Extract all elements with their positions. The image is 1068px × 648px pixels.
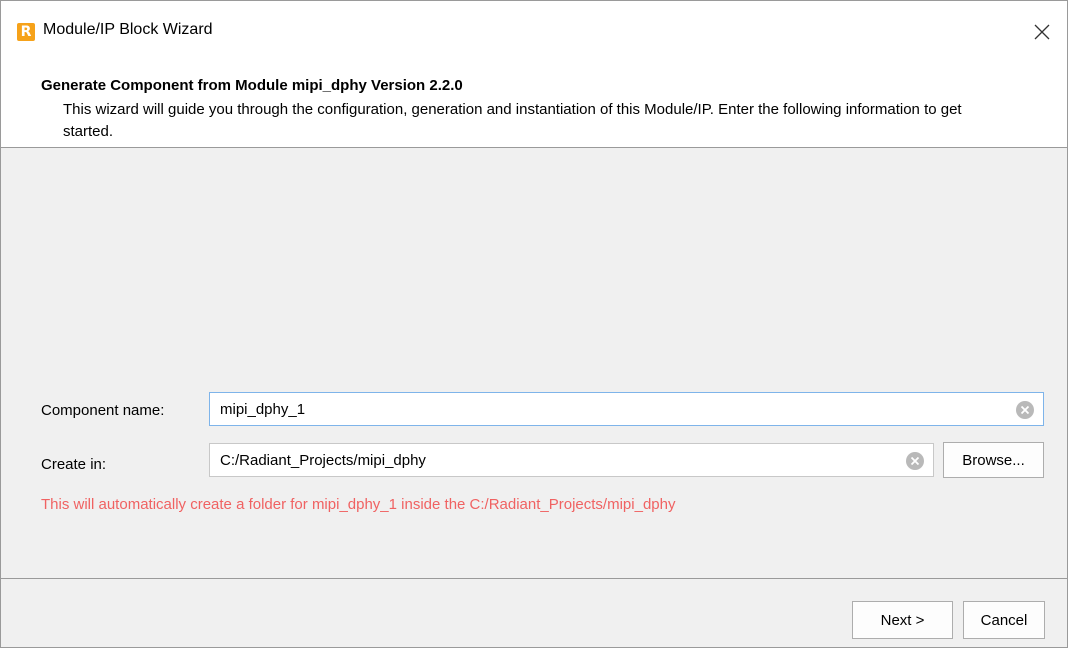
browse-button[interactable]: Browse... <box>943 442 1044 478</box>
component-name-label: Component name: <box>41 402 165 419</box>
component-name-input[interactable] <box>220 393 1003 425</box>
create-in-label: Create in: <box>41 456 107 473</box>
clear-icon <box>1021 406 1029 414</box>
clear-create-in-button[interactable] <box>906 452 924 470</box>
window-title: Module/IP Block Wizard <box>43 21 213 38</box>
component-name-field-box <box>209 392 1044 426</box>
clear-icon <box>911 457 919 465</box>
page-description: This wizard will guide you through the c… <box>63 101 962 140</box>
create-in-field-box <box>209 443 934 477</box>
page-title: Generate Component from Module mipi_dphy… <box>41 77 463 94</box>
cancel-button[interactable]: Cancel <box>963 601 1045 639</box>
wizard-header: Generate Component from Module mipi_dphy… <box>1 61 1067 148</box>
close-icon <box>1034 24 1050 40</box>
folder-warning-text: This will automatically create a folder … <box>41 496 676 513</box>
close-button[interactable] <box>1025 15 1059 49</box>
app-logo-icon: R <box>17 23 35 41</box>
next-button[interactable]: Next > <box>852 601 953 639</box>
wizard-window: R Module/IP Block Wizard Generate Compon… <box>0 0 1068 648</box>
title-bar: R Module/IP Block Wizard <box>1 1 1067 61</box>
clear-component-name-button[interactable] <box>1016 401 1034 419</box>
footer-divider <box>1 578 1067 579</box>
create-in-input[interactable] <box>220 444 893 476</box>
